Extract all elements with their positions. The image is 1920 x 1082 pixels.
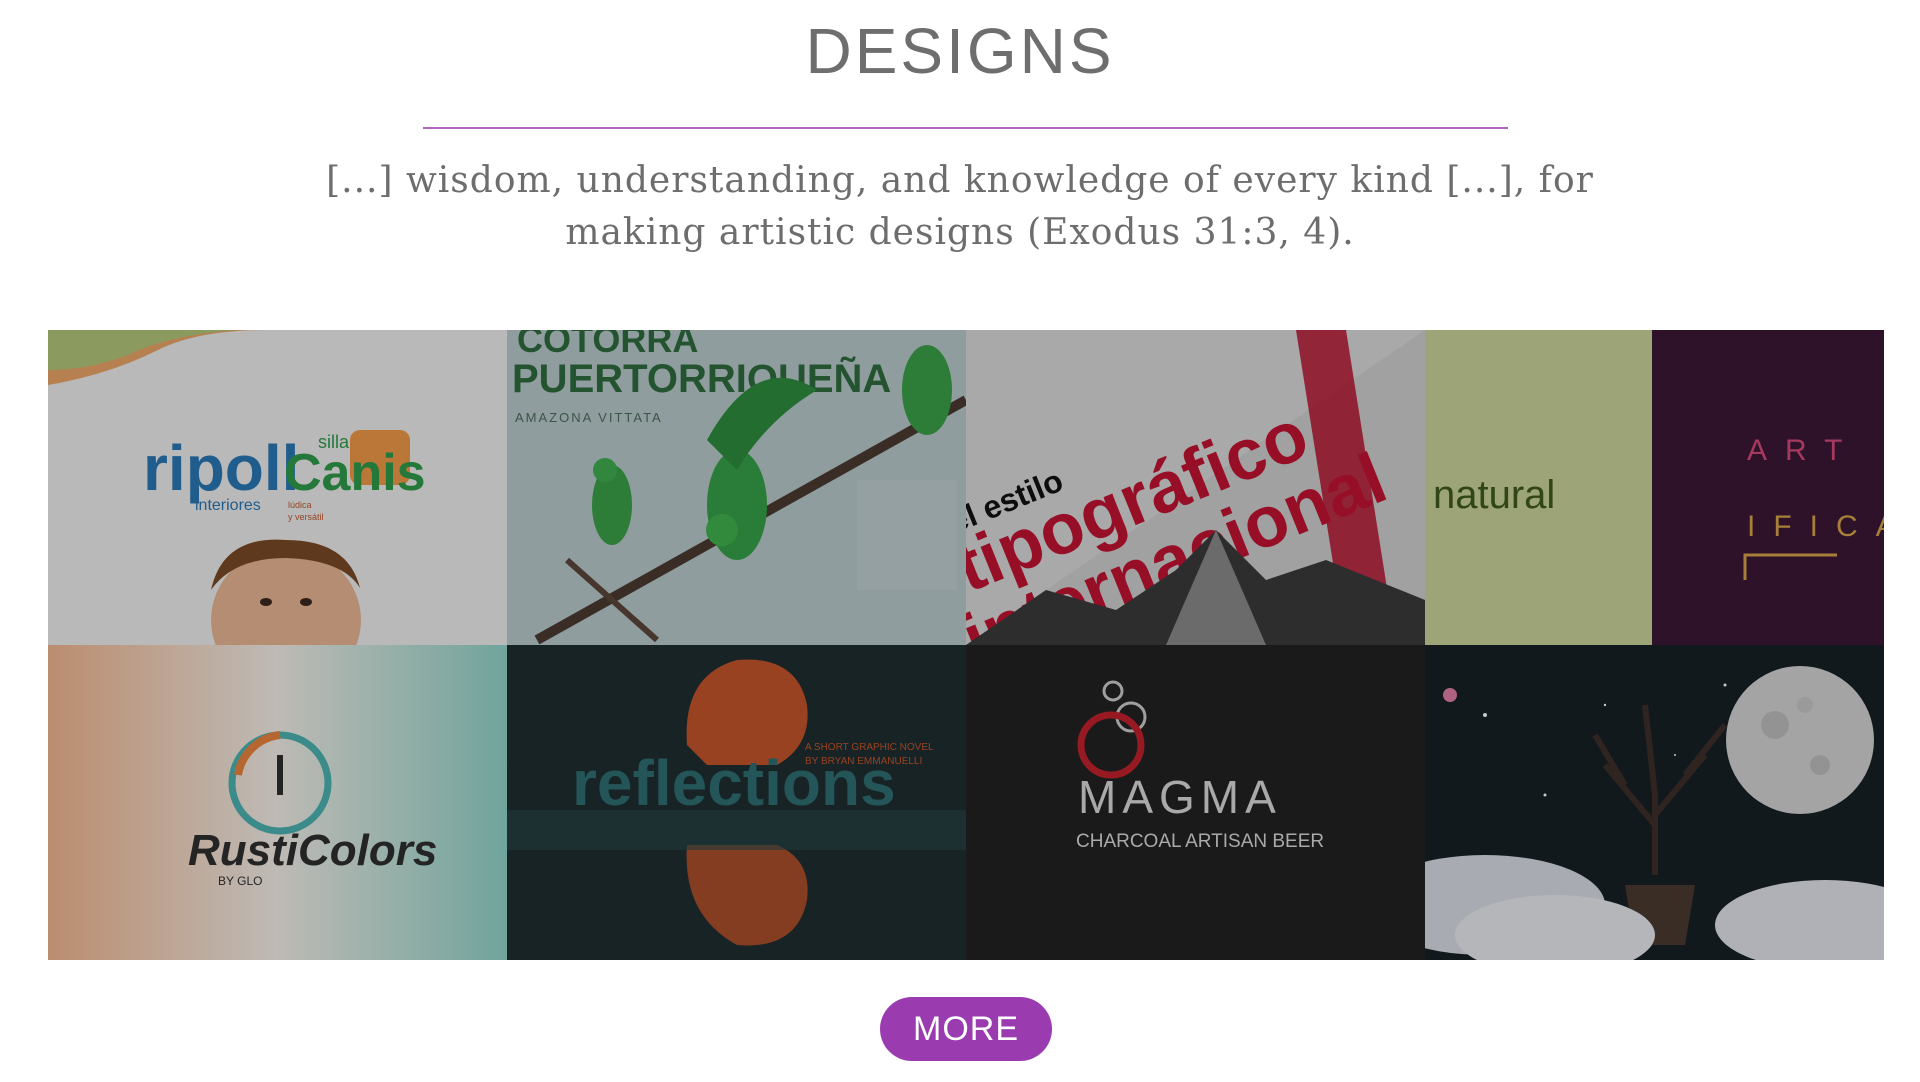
- svg-text:AMAZONA VITTATA: AMAZONA VITTATA: [515, 410, 663, 425]
- gallery-tile-tipografico[interactable]: el estilo tipográfico internacional: [966, 330, 1425, 645]
- quote-line-2: making artistic designs (Exodus 31:3, 4)…: [565, 212, 1355, 253]
- tipografico-artwork: el estilo tipográfico internacional: [966, 330, 1425, 645]
- svg-text:natural: natural: [1433, 473, 1555, 517]
- svg-text:RustiColors: RustiColors: [188, 826, 437, 875]
- cotorra-artwork: COTORRA PUERTORRIQUEÑA AMAZONA VITTATA: [507, 330, 966, 645]
- svg-text:COTORRA: COTORRA: [517, 330, 698, 360]
- svg-text:IFICA: IFICA: [1747, 510, 1884, 543]
- title-divider: [423, 127, 1508, 129]
- section-quote: [...] wisdom, understanding, and knowled…: [320, 155, 1600, 259]
- svg-text:ART: ART: [1747, 434, 1860, 467]
- svg-text:MAGMA: MAGMA: [1078, 771, 1282, 823]
- gallery-tile-natural-artifica[interactable]: natural ART IFICA: [1425, 330, 1884, 645]
- svg-text:CHARCOAL ARTISAN BEER: CHARCOAL ARTISAN BEER: [1076, 831, 1324, 852]
- magma-artwork: MAGMA CHARCOAL ARTISAN BEER: [966, 645, 1425, 960]
- natural-artifica-artwork: natural ART IFICA: [1425, 330, 1884, 645]
- design-gallery: ripoll interiores silla Canis lúdica y v…: [48, 330, 1884, 960]
- gallery-tile-ripoll-canis[interactable]: ripoll interiores silla Canis lúdica y v…: [48, 330, 507, 645]
- gallery-tile-rusticolors[interactable]: RustiColors BY GLO: [48, 645, 507, 960]
- svg-text:ripoll: ripoll: [143, 432, 299, 504]
- more-button[interactable]: MORE: [880, 997, 1052, 1061]
- svg-text:A SHORT GRAPHIC NOVEL: A SHORT GRAPHIC NOVEL: [805, 742, 934, 753]
- ripoll-canis-artwork: ripoll interiores silla Canis lúdica y v…: [48, 330, 507, 645]
- gallery-tile-cotorra[interactable]: COTORRA PUERTORRIQUEÑA AMAZONA VITTATA: [507, 330, 966, 645]
- svg-text:PUERTORRIQUEÑA: PUERTORRIQUEÑA: [512, 355, 891, 401]
- svg-text:BY BRYAN EMMANUELLI: BY BRYAN EMMANUELLI: [805, 756, 922, 767]
- svg-text:BY GLO: BY GLO: [218, 874, 262, 888]
- svg-text:lúdica: lúdica: [288, 500, 312, 510]
- section-title: DESIGNS: [805, 15, 1115, 87]
- reflections-artwork: reflections A SHORT GRAPHIC NOVEL BY BRY…: [507, 645, 966, 960]
- rusticolors-artwork: RustiColors BY GLO: [48, 645, 507, 960]
- svg-text:Canis: Canis: [284, 444, 426, 502]
- svg-text:y versátil: y versátil: [288, 512, 324, 522]
- gallery-tile-reflections[interactable]: reflections A SHORT GRAPHIC NOVEL BY BRY…: [507, 645, 966, 960]
- quote-line-1: [...] wisdom, understanding, and knowled…: [326, 160, 1594, 201]
- moon-tree-artwork: [1425, 645, 1884, 960]
- svg-text:interiores: interiores: [195, 497, 261, 514]
- gallery-tile-magma[interactable]: MAGMA CHARCOAL ARTISAN BEER: [966, 645, 1425, 960]
- gallery-tile-moon-tree[interactable]: [1425, 645, 1884, 960]
